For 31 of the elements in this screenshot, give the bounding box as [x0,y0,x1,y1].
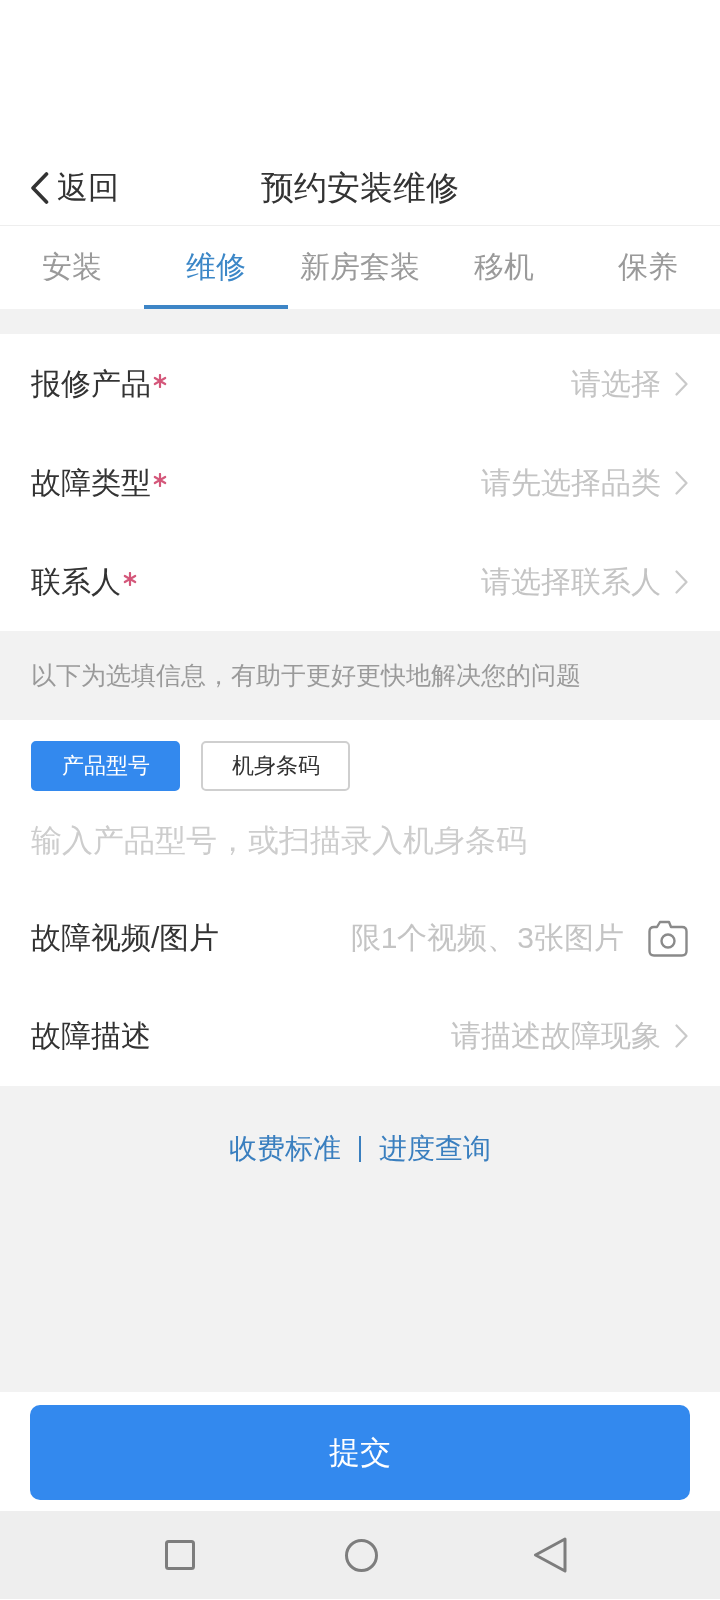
tab[interactable]: 新房套装 [288,226,432,309]
submit-button[interactable]: 提交 [30,1405,690,1500]
picker-button[interactable]: 请选择联系人 [481,566,688,597]
tab[interactable]: 保养 [576,226,720,309]
camera-icon[interactable] [648,919,688,957]
chevron-right-icon [675,371,688,396]
optional-info-note: 以下为选填信息，有助于更好更快地解决您的问题 [31,663,581,688]
tab[interactable]: 移机 [432,226,576,309]
media-limit-text: 限1个视频、3张图片 [350,923,624,953]
back-button[interactable]: 返回 [30,171,119,204]
chevron-right-icon [675,569,688,594]
triangle-icon[interactable] [533,1537,567,1573]
chevron-right-icon [675,470,688,495]
field-label: 故障类型 [31,467,151,498]
circle-icon[interactable] [345,1538,378,1572]
tab[interactable]: 安装 [0,226,144,309]
input-mode-button[interactable]: 机身条码 [201,741,350,791]
input-mode-button[interactable]: 产品型号 [31,741,180,791]
field-label: 联系人 [31,566,121,597]
picker-button[interactable]: 请选择 [571,368,688,399]
chevron-right-icon [675,1023,688,1048]
chevron-left-icon [30,171,49,204]
field-label: 故障描述 [31,1020,151,1051]
picker-button[interactable]: 请描述故障现象 [451,1020,688,1051]
footer-link[interactable]: 收费标准 [229,1135,341,1163]
field-label: 报修产品 [31,368,151,399]
footer-link[interactable]: 进度查询 [379,1135,491,1163]
field-label: 故障视频/图片 [31,923,220,953]
page-title: 预约安装维修 [261,171,459,204]
square-icon[interactable] [165,1540,195,1570]
picker-button[interactable]: 请先选择品类 [481,467,688,498]
